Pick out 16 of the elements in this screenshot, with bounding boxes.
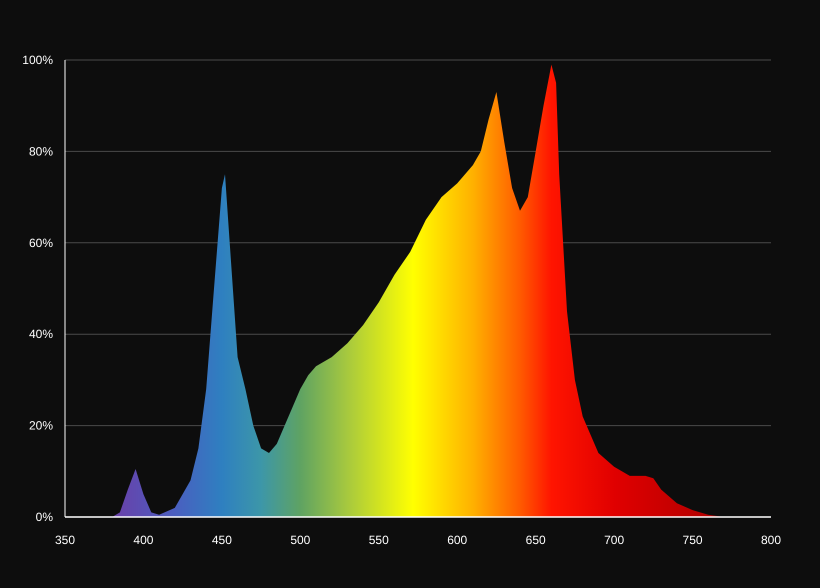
x-axis-tick-label: 450 [212, 533, 232, 547]
y-axis-tick-label: 100% [22, 53, 53, 67]
x-axis-tick-label: 750 [682, 533, 703, 547]
x-axis-tick-label: 350 [54, 533, 76, 547]
y-axis-tick-label: 80% [28, 144, 53, 158]
x-axis-tick-label: 600 [447, 533, 468, 547]
x-axis-tick-label: 700 [604, 533, 624, 547]
y-axis-tick-label: 40% [28, 327, 53, 342]
x-axis-tick-label: 500 [290, 533, 310, 547]
x-axis-tick-label: 800 [760, 533, 782, 547]
y-axis-tick-label: 20% [28, 418, 53, 433]
y-axis-tick-label: 0% [36, 510, 53, 524]
y-axis-tick-label: 60% [28, 236, 53, 250]
x-axis-tick-label: 400 [133, 533, 154, 547]
x-axis-tick-label: 550 [368, 533, 389, 547]
x-axis-tick-label: 650 [526, 533, 546, 547]
